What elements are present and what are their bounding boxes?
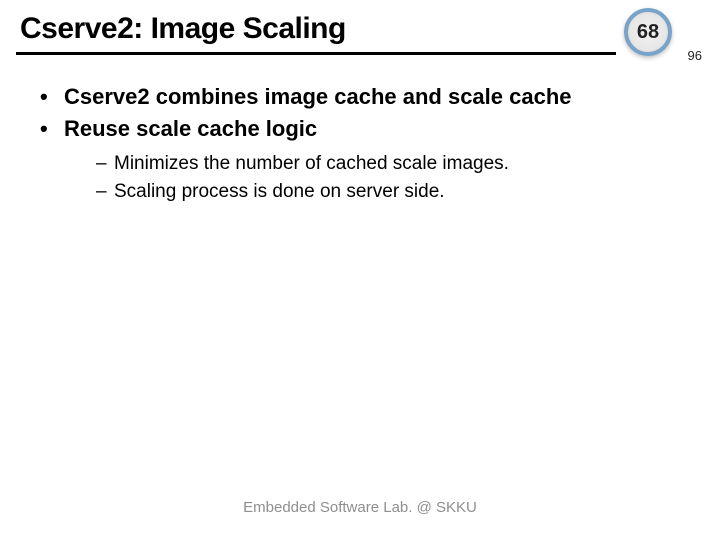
page-number: 68 <box>637 21 659 44</box>
sub-bullet-item: Scaling process is done on server side. <box>96 179 680 205</box>
slide-footer: Embedded Software Lab. @ SKKU <box>0 499 720 516</box>
page-badge: 68 <box>624 8 672 56</box>
bullet-item: Reuse scale cache logic <box>40 115 680 143</box>
slide-title: Cserve2: Image Scaling <box>20 12 346 46</box>
slide-content: Cserve2 combines image cache and scale c… <box>0 55 720 205</box>
main-bullet-list: Cserve2 combines image cache and scale c… <box>40 83 680 143</box>
slide-header: Cserve2: Image Scaling 68 96 <box>0 0 720 52</box>
total-pages: 96 <box>688 48 702 63</box>
page-badge-circle: 68 <box>624 8 672 56</box>
sub-bullet-item: Minimizes the number of cached scale ima… <box>96 151 680 177</box>
bullet-item: Cserve2 combines image cache and scale c… <box>40 83 680 111</box>
sub-bullet-list: Minimizes the number of cached scale ima… <box>40 151 680 204</box>
